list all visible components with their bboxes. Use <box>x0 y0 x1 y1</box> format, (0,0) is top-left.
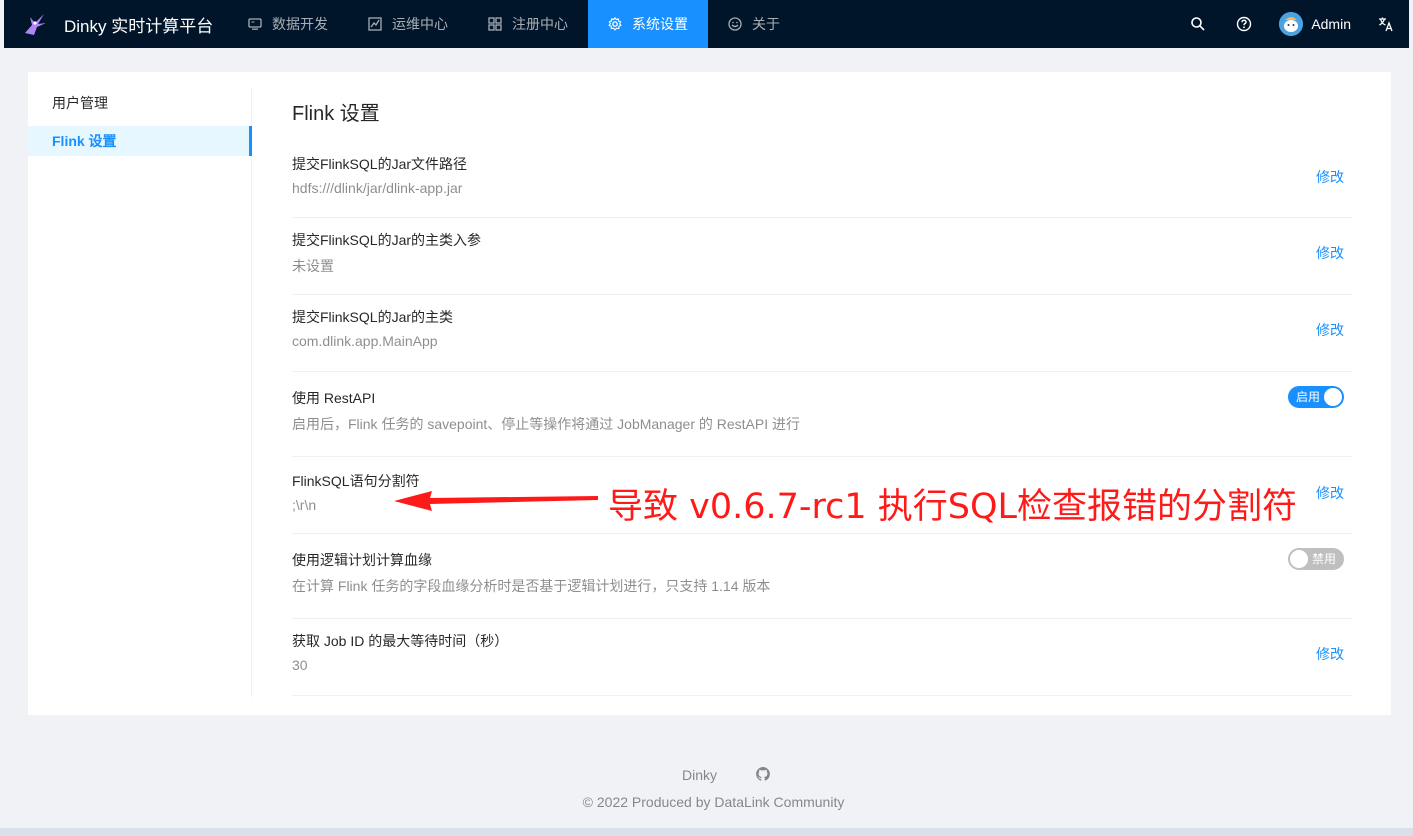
main-nav: 数据开发 运维中心 注册中心 系统设置 关于 <box>228 0 800 48</box>
sidebar-item-user-management[interactable]: 用户管理 <box>28 88 251 118</box>
nav-registry[interactable]: 注册中心 <box>468 0 588 48</box>
edit-button[interactable]: 修改 <box>1316 243 1344 263</box>
nav-system-settings[interactable]: 系统设置 <box>588 0 708 48</box>
question-circle-icon <box>1237 16 1252 32</box>
search-button[interactable] <box>1175 0 1221 48</box>
header-right: Admin <box>1175 0 1409 48</box>
user-name: Admin <box>1311 16 1351 32</box>
nav-label: 关于 <box>752 16 780 32</box>
lineage-toggle[interactable]: 禁用 <box>1288 548 1344 570</box>
setting-title: 提交FlinkSQL的Jar的主类入参 <box>292 232 482 248</box>
nav-label: 注册中心 <box>512 16 568 32</box>
help-button[interactable] <box>1221 0 1267 48</box>
setting-row-jar-path: 提交FlinkSQL的Jar文件路径 hdfs:///dlink/jar/dli… <box>292 142 1352 218</box>
nav-about[interactable]: 关于 <box>708 0 800 48</box>
annotation-text: 导致 v0.6.7-rc1 执行SQL检查报错的分割符 <box>608 487 1298 527</box>
setting-description: 在计算 Flink 任务的字段血缘分析时是否基于逻辑计划进行，只支持 1.14 … <box>292 578 771 594</box>
github-icon[interactable] <box>755 766 771 785</box>
footer-link-dinky[interactable]: Dinky <box>682 767 717 783</box>
toggle-knob <box>1324 388 1342 406</box>
user-menu[interactable]: Admin <box>1267 0 1363 48</box>
language-button[interactable] <box>1363 0 1409 48</box>
setting-row-job-id-wait: 获取 Job ID 的最大等待时间（秒） 30 修改 <box>292 619 1352 696</box>
toggle-label: 禁用 <box>1311 552 1336 566</box>
page-title: Flink 设置 <box>292 103 380 125</box>
edit-button[interactable]: 修改 <box>1316 167 1344 187</box>
hummingbird-logo-icon <box>25 14 46 35</box>
setting-title: 提交FlinkSQL的Jar的主类 <box>292 309 454 325</box>
window-bottom-strip <box>0 828 1413 836</box>
setting-description: 启用后，Flink 任务的 savepoint、停止等操作将通过 JobMana… <box>292 416 801 432</box>
copyright-icon: © <box>582 794 593 810</box>
nav-label: 运维中心 <box>392 16 448 32</box>
appstore-icon <box>488 17 502 31</box>
footer-links: Dinky <box>0 760 1413 790</box>
toggle-knob <box>1290 550 1308 568</box>
setting-title: 使用逻辑计划计算血缘 <box>292 552 432 568</box>
settings-sidebar: 用户管理 Flink 设置 <box>28 88 252 697</box>
edit-button[interactable]: 修改 <box>1316 644 1344 664</box>
smile-icon <box>728 17 742 31</box>
logo[interactable]: Dinky 实时计算平台 <box>4 0 228 48</box>
edit-button[interactable]: 修改 <box>1316 483 1344 503</box>
copyright: © 2022 Produced by DataLink Community <box>0 794 1413 810</box>
restapi-toggle[interactable]: 启用 <box>1288 386 1344 408</box>
avatar <box>1279 12 1304 36</box>
search-icon <box>1191 17 1205 31</box>
setting-icon <box>608 17 622 31</box>
setting-row-jar-main-class: 提交FlinkSQL的Jar的主类 com.dlink.app.MainApp … <box>292 295 1352 372</box>
toggle-label: 启用 <box>1296 390 1321 404</box>
sidebar-item-flink-settings[interactable]: Flink 设置 <box>28 126 252 156</box>
nav-label: 数据开发 <box>272 16 328 32</box>
nav-label: 系统设置 <box>632 16 688 32</box>
settings-content: Flink 设置 提交FlinkSQL的Jar文件路径 hdfs:///dlin… <box>292 100 1352 696</box>
footer: Dinky © 2022 Produced by DataLink Commun… <box>0 760 1413 810</box>
setting-value: ;\r\n <box>292 497 317 513</box>
setting-row-use-restapi: 使用 RestAPI 启用后，Flink 任务的 savepoint、停止等操作… <box>292 372 1352 457</box>
settings-card: 用户管理 Flink 设置 Flink 设置 提交FlinkSQL的Jar文件路… <box>28 72 1391 715</box>
setting-title: 提交FlinkSQL的Jar文件路径 <box>292 156 468 172</box>
setting-value: com.dlink.app.MainApp <box>292 333 438 349</box>
setting-title: 获取 Job ID 的最大等待时间（秒） <box>292 633 509 649</box>
top-header: Dinky 实时计算平台 数据开发 运维中心 注册中心 系统设置 关于 Admi… <box>4 0 1409 48</box>
copyright-text: 2022 Produced by DataLink Community <box>596 794 845 810</box>
nav-data-dev[interactable]: 数据开发 <box>228 0 348 48</box>
app-title: Dinky 实时计算平台 <box>64 16 214 36</box>
setting-title: 使用 RestAPI <box>292 390 376 406</box>
setting-row-lineage-logic-plan: 使用逻辑计划计算血缘 在计算 Flink 任务的字段血缘分析时是否基于逻辑计划进… <box>292 534 1352 619</box>
fund-icon <box>368 17 382 31</box>
setting-value: 未设置 <box>292 258 334 274</box>
red-annotation: 导致 v0.6.7-rc1 执行SQL检查报错的分割符 <box>392 476 1312 527</box>
setting-value: hdfs:///dlink/jar/dlink-app.jar <box>292 180 463 196</box>
translate-icon <box>1379 17 1393 32</box>
setting-row-jar-main-args: 提交FlinkSQL的Jar的主类入参 未设置 修改 <box>292 218 1352 295</box>
desktop-icon <box>248 17 262 31</box>
red-arrow-icon <box>394 491 598 511</box>
nav-ops-center[interactable]: 运维中心 <box>348 0 468 48</box>
setting-value: 30 <box>292 657 308 673</box>
edit-button[interactable]: 修改 <box>1316 320 1344 340</box>
